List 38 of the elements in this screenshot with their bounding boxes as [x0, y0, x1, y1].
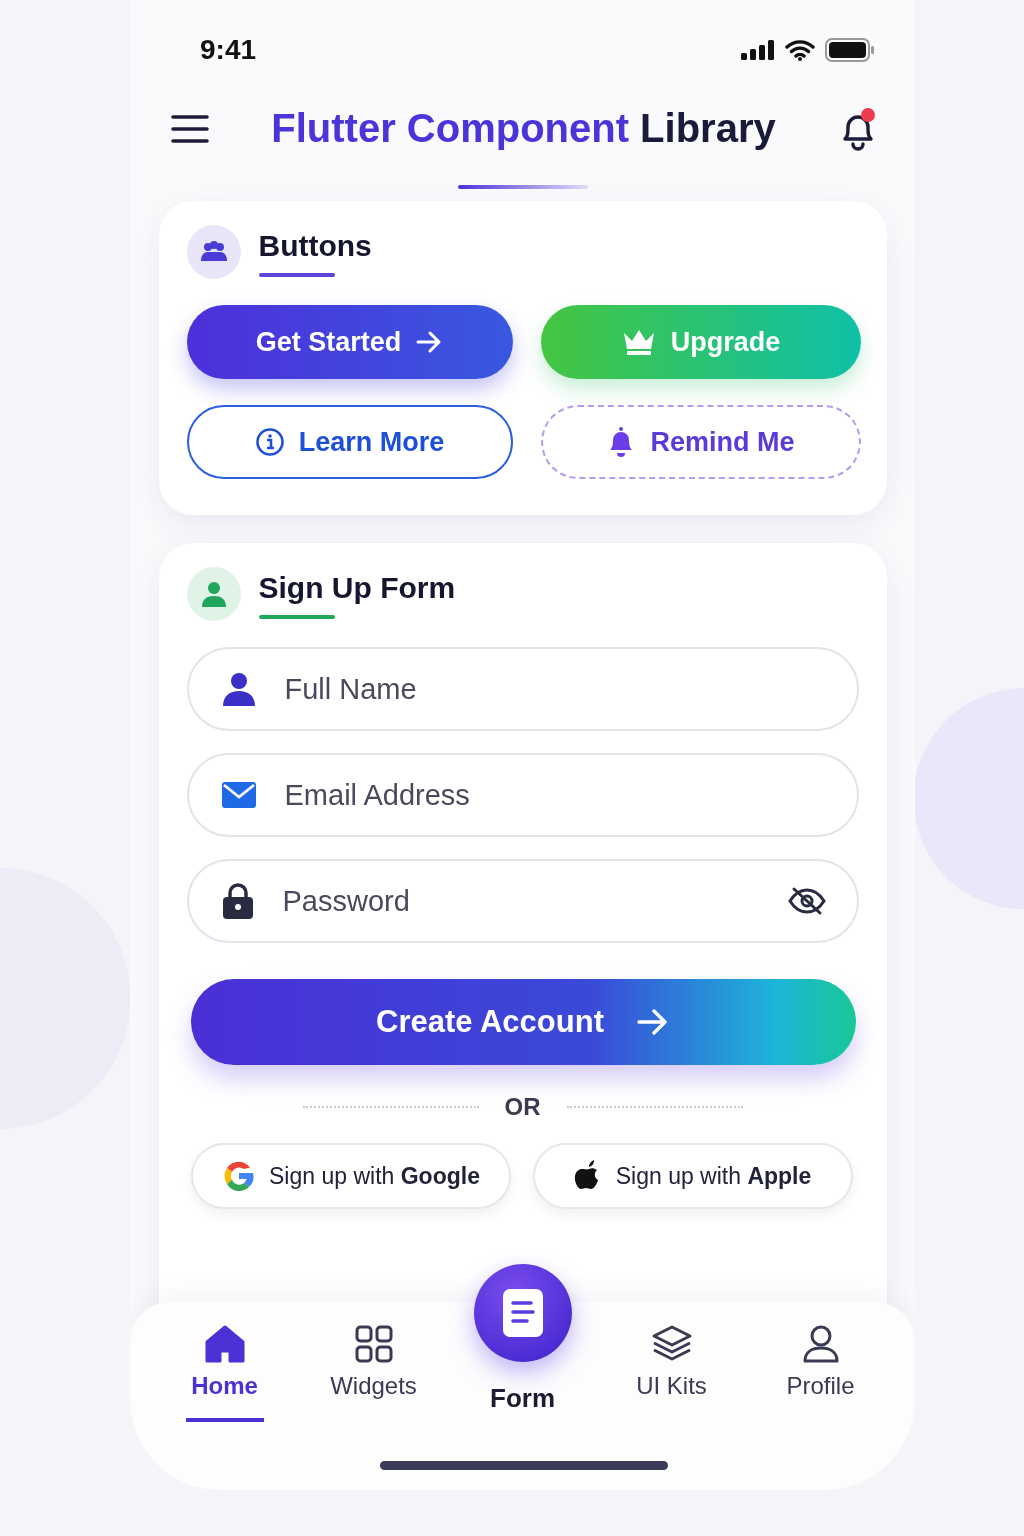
nav-label: Form: [490, 1383, 555, 1414]
nav-tab[interactable]: Widgets: [308, 1302, 439, 1422]
people-icon: [186, 225, 241, 279]
lock-icon: [220, 882, 255, 920]
section-title: Buttons: [258, 229, 372, 263]
apple-sign-up-button[interactable]: Sign up with Apple: [532, 1143, 853, 1209]
text-input[interactable]: Password: [280, 883, 761, 919]
battery-icon: [825, 38, 875, 62]
text-input[interactable]: Email Address: [282, 777, 827, 813]
grid-icon: [353, 1324, 394, 1364]
text-input[interactable]: Full Name: [282, 671, 827, 707]
menu-icon[interactable]: [170, 112, 210, 145]
signal-icon: [741, 40, 775, 60]
arrow-right-icon: [636, 1008, 670, 1036]
wifi-icon: [785, 39, 815, 61]
form-fab-button[interactable]: [473, 1264, 572, 1362]
google-sign-up-button[interactable]: Sign up with Google: [190, 1143, 511, 1209]
user-icon: [186, 567, 241, 621]
nav-tab[interactable]: Profile: [755, 1302, 886, 1422]
email-field[interactable]: Email Address: [186, 753, 859, 837]
eye-off-icon[interactable]: [786, 886, 827, 916]
password-field[interactable]: Password: [186, 859, 859, 943]
app-title: Flutter Component Library: [271, 106, 776, 151]
person-icon: [220, 671, 257, 707]
outline-button[interactable]: Learn More: [186, 405, 513, 479]
status-time: 9:41: [200, 34, 257, 66]
or-divider-text: OR: [504, 1093, 541, 1121]
nav-tab[interactable]: UI Kits: [606, 1302, 737, 1422]
section-title: Sign Up Form: [258, 571, 456, 605]
get-started-button[interactable]: Get Started: [186, 305, 513, 379]
info-icon: [254, 427, 285, 457]
document-icon: [500, 1287, 545, 1339]
mail-icon: [220, 780, 257, 810]
nav-tab[interactable]: Home: [185, 1302, 264, 1422]
home-icon: [203, 1324, 246, 1364]
create-account-button[interactable]: Create Account: [190, 979, 856, 1065]
dashed-button[interactable]: Remind Me: [540, 405, 861, 479]
name-field[interactable]: Full Name: [186, 647, 859, 731]
